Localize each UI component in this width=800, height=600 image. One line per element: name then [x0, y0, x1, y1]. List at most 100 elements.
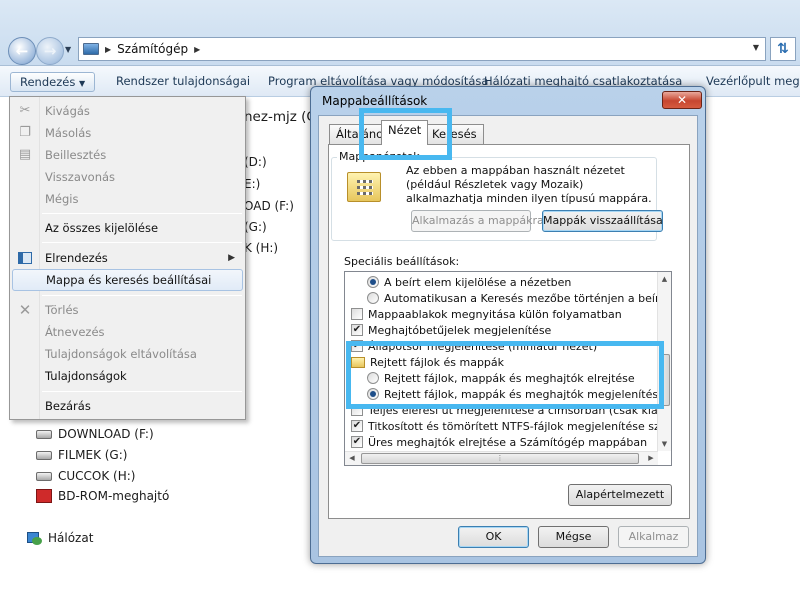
setting-label: Meghajtóbetűjelek megjelenítése	[368, 323, 552, 337]
delete-icon: ✕	[18, 301, 32, 319]
organize-label: Rendezés	[20, 75, 76, 89]
breadcrumb-chevron-icon[interactable]: ▶	[194, 45, 200, 54]
drive-entry[interactable]: OAD (F:)	[244, 199, 294, 213]
setting-label: A beírt elem kijelölése a nézetben	[384, 275, 572, 289]
menu-item-select-all[interactable]: Az összes kijelölése	[12, 217, 243, 239]
setting-row[interactable]: Automatikusan a Keresés mezőbe történjen…	[367, 290, 672, 306]
folder-views-icon	[347, 172, 381, 202]
address-box[interactable]: ▶ Számítógép ▶ ▼	[78, 37, 766, 61]
scrollbar-thumb[interactable]: ⋮	[361, 453, 639, 464]
nav-item-drive[interactable]: CUCCOK (H:)	[36, 469, 135, 483]
back-button[interactable]: ←	[8, 37, 36, 65]
menu-separator	[42, 213, 242, 214]
nav-item-drive[interactable]: DOWNLOAD (F:)	[36, 427, 154, 441]
nav-item-drive[interactable]: FILMEK (G:)	[36, 448, 127, 462]
nav-item-network[interactable]: Hálózat	[26, 531, 93, 545]
checkbox[interactable]: ✔	[351, 324, 363, 336]
menu-separator	[42, 295, 242, 296]
setting-row[interactable]: A beírt elem kijelölése a nézetben	[367, 274, 571, 290]
menu-item-properties[interactable]: Tulajdonságok	[12, 365, 243, 387]
menu-item-paste[interactable]: ▤ Beillesztés	[12, 144, 243, 166]
nav-item-drive[interactable]: BD-ROM-meghajtó	[36, 489, 169, 503]
setting-row[interactable]: ✔ Titkosított és tömörített NTFS-fájlok m…	[351, 418, 671, 434]
advanced-settings-label: Speciális beállítások:	[344, 255, 460, 268]
breadcrumb-chevron-icon[interactable]: ▶	[105, 45, 111, 54]
setting-row[interactable]: ✔ Meghajtóbetűjelek megjelenítése	[351, 322, 551, 338]
radio-button[interactable]	[367, 276, 379, 288]
menu-item-label: Mappa és keresés beállításai	[46, 273, 212, 287]
setting-label: Mappaablakok megnyitása külön folyamatba…	[368, 307, 622, 321]
nav-item-label: BD-ROM-meghajtó	[58, 489, 170, 503]
folder-views-description: Az ebben a mappában használt nézetet (pé…	[406, 164, 652, 205]
submenu-arrow-icon: ▶	[228, 253, 235, 263]
paste-icon: ▤	[18, 147, 32, 162]
ok-button[interactable]: OK	[458, 526, 529, 548]
nav-item-label: FILMEK (G:)	[58, 448, 128, 462]
refresh-icon: ⇅	[777, 41, 789, 57]
menu-item-redo[interactable]: Mégis	[12, 188, 243, 210]
drive-icon	[36, 429, 52, 439]
dialog-title: Mappabeállítások	[322, 94, 428, 108]
menu-item-undo[interactable]: Visszavonás	[12, 166, 243, 188]
scissors-icon: ✂	[19, 103, 31, 118]
menu-item-label: Bezárás	[45, 399, 91, 413]
menu-item-label: Tulajdonságok	[45, 369, 127, 383]
drive-entry[interactable]: K (H:)	[244, 241, 278, 255]
bd-rom-icon	[36, 489, 52, 503]
scroll-right-icon[interactable]: ▶	[644, 452, 658, 465]
close-button[interactable]: ✕	[662, 91, 702, 109]
address-dropdown-icon[interactable]: ▼	[753, 43, 759, 52]
setting-label: Automatikusan a Keresés mezőbe történjen…	[384, 291, 672, 305]
menu-item-close[interactable]: Bezárás	[12, 395, 243, 417]
history-dropdown-icon[interactable]: ▼	[65, 45, 71, 54]
organize-menu: ✂ Kivágás ❐ Másolás ▤ Beillesztés Vissza…	[9, 96, 246, 420]
organize-button[interactable]: Rendezés ▼	[10, 72, 96, 92]
nav-item-label: DOWNLOAD (F:)	[58, 427, 154, 441]
forward-button[interactable]: →	[36, 37, 64, 65]
control-panel-button[interactable]: Vezérlőpult megn	[700, 72, 800, 92]
menu-item-label: Mégis	[45, 192, 79, 206]
menu-item-rename[interactable]: Átnevezés	[12, 321, 243, 343]
reset-folders-button[interactable]: Mappák visszaállítása	[542, 210, 663, 232]
arrow-right-icon: →	[43, 42, 57, 60]
menu-item-folder-options[interactable]: Mappa és keresés beállításai	[12, 269, 243, 291]
drive-entry[interactable]: E:)	[244, 177, 260, 191]
arrow-left-icon: ←	[15, 42, 29, 60]
menu-item-label: Átnevezés	[45, 325, 105, 339]
computer-icon	[83, 43, 99, 55]
drive-entry[interactable]: (D:)	[244, 155, 267, 169]
scroll-up-icon[interactable]: ▲	[658, 272, 671, 286]
menu-item-remove-properties[interactable]: Tulajdonságok eltávolítása	[12, 343, 243, 365]
scroll-left-icon[interactable]: ◀	[345, 452, 359, 465]
restore-defaults-button[interactable]: Alapértelmezett	[568, 484, 672, 506]
menu-item-label: Törlés	[45, 303, 79, 317]
setting-row[interactable]: ✔ Üres meghajtók elrejtése a Számítógép m…	[351, 434, 647, 450]
drive-icon	[36, 471, 52, 481]
layout-icon	[18, 252, 32, 264]
menu-item-label: Elrendezés	[45, 251, 108, 265]
highlight-box	[346, 341, 664, 409]
breadcrumb-computer[interactable]: Számítógép	[117, 42, 188, 56]
horizontal-scrollbar[interactable]: ◀ ⋮ ▶	[345, 451, 658, 465]
tab-view[interactable]: Nézet	[381, 120, 429, 145]
radio-button[interactable]	[367, 292, 379, 304]
copy-icon: ❐	[19, 125, 31, 140]
refresh-button[interactable]: ⇅	[770, 37, 796, 61]
drive-icon	[36, 450, 52, 460]
cancel-button[interactable]: Mégse	[538, 526, 609, 548]
menu-item-layout[interactable]: Elrendezés ▶	[12, 247, 243, 269]
menu-item-label: Beillesztés	[45, 148, 107, 162]
checkbox[interactable]: ✔	[351, 436, 363, 448]
menu-item-delete[interactable]: ✕ Törlés	[12, 299, 243, 321]
drive-entry[interactable]: (G:)	[244, 220, 267, 234]
menu-item-cut[interactable]: ✂ Kivágás	[12, 100, 243, 122]
checkbox[interactable]	[351, 308, 363, 320]
setting-label: Üres meghajtók elrejtése a Számítógép ma…	[368, 435, 648, 449]
setting-row[interactable]: Mappaablakok megnyitása külön folyamatba…	[351, 306, 622, 322]
apply-to-folders-button[interactable]: Alkalmazás a mappákra	[411, 210, 544, 232]
scroll-down-icon[interactable]: ▼	[658, 437, 671, 451]
apply-button[interactable]: Alkalmaz	[618, 526, 689, 548]
system-properties-button[interactable]: Rendszer tulajdonságai	[110, 72, 256, 92]
menu-item-copy[interactable]: ❐ Másolás	[12, 122, 243, 144]
checkbox[interactable]: ✔	[351, 420, 363, 432]
